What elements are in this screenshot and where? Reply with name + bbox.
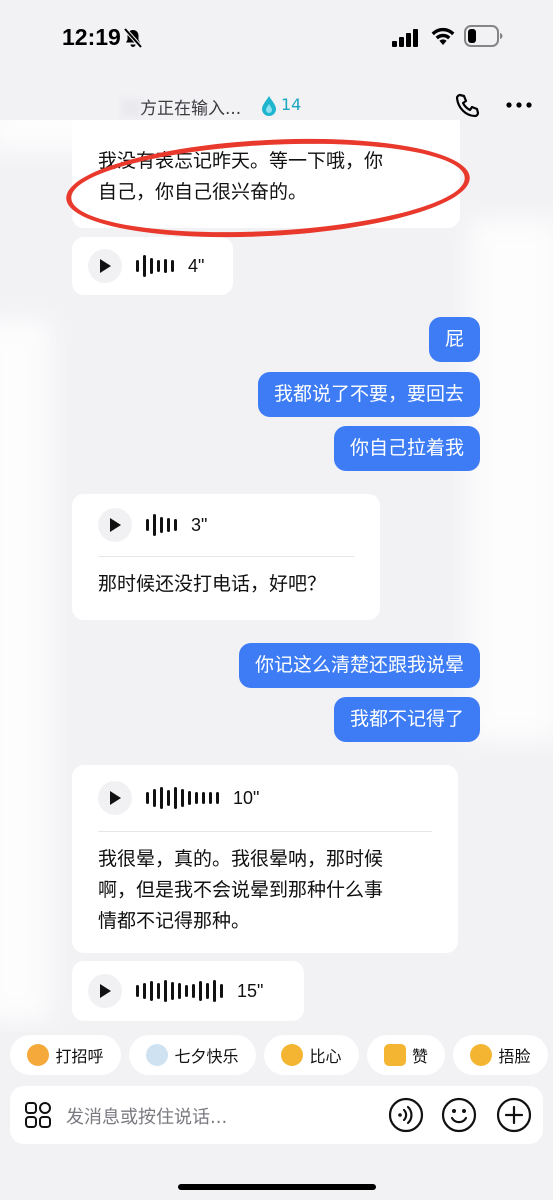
quick-reply-like[interactable]: 赞 [367, 1035, 445, 1075]
quick-reply-bar: 打招呼 七夕快乐 比心 赞 捂脸 [0, 1032, 553, 1080]
quick-reply-greet[interactable]: 打招呼 [10, 1035, 121, 1075]
streak-count: 14 [281, 95, 302, 114]
play-voice-button[interactable] [88, 974, 122, 1008]
chat-message-list[interactable]: 我没有表忘记昨天。等一下哦，你 自己，你自己很兴奋的。 4" 屁 我都说了不要，… [0, 120, 553, 1032]
message-incoming-voice-transcript[interactable]: 10" 我很晕，真的。我很晕呐，那时候 啊，但是我不会说晕到那种什么事 情都不记… [72, 765, 458, 953]
transcript-line: 我很晕，真的。我很晕呐，那时候 [98, 848, 384, 870]
emoji-icon[interactable] [441, 1097, 477, 1133]
battery-icon [464, 25, 503, 47]
cellular-signal-icon [392, 29, 418, 47]
more-options-icon[interactable] [505, 93, 533, 117]
message-input-bar: 发消息或按住说话... [10, 1086, 543, 1144]
home-indicator [178, 1184, 376, 1190]
quick-reply-heart[interactable]: 比心 [264, 1035, 359, 1075]
bell-muted-icon [123, 27, 143, 49]
magpie-icon [146, 1044, 169, 1066]
play-icon [100, 984, 111, 998]
apps-grid-icon[interactable] [24, 1101, 52, 1129]
blurred-name [122, 99, 140, 117]
divider [98, 831, 432, 832]
voice-duration: 10" [233, 787, 260, 808]
voice-waveform [136, 255, 174, 277]
quick-reply-label: 打招呼 [55, 1047, 104, 1066]
quick-reply-label: 捂脸 [498, 1047, 531, 1066]
divider [98, 556, 354, 557]
voice-transcript: 我很晕，真的。我很晕呐，那时候 啊，但是我不会说晕到那种什么事 情都不记得那种。 [98, 844, 432, 937]
voice-waveform [146, 514, 177, 536]
voice-input-icon[interactable] [388, 1097, 424, 1133]
voice-duration: 4" [188, 255, 205, 276]
water-drop-streak-icon [262, 96, 276, 116]
facepalm-emoji-icon [470, 1044, 493, 1066]
message-incoming-voice-transcript[interactable]: 3" 那时候还没打电话，好吧？ [72, 494, 380, 620]
message-incoming-voice[interactable]: 4" [72, 237, 233, 295]
voice-duration: 3" [191, 514, 208, 535]
status-bar: 12:19 [0, 0, 553, 76]
quick-reply-label: 七夕快乐 [174, 1047, 239, 1066]
voice-transcript: 那时候还没打电话，好吧？ [98, 573, 327, 595]
play-icon [110, 791, 121, 805]
quick-reply-qixi[interactable]: 七夕快乐 [129, 1035, 256, 1075]
voice-row: 10" [98, 765, 432, 831]
voice-row: 3" [98, 494, 354, 556]
typing-status-text: 方正在输入... [140, 99, 242, 119]
transcript-line: 啊，但是我不会说晕到那种什么事 [98, 879, 384, 901]
plus-icon[interactable] [496, 1097, 532, 1133]
message-outgoing-text[interactable]: 你记这么清楚还跟我说晕 [238, 643, 480, 688]
message-incoming-voice[interactable]: 15" [72, 961, 304, 1021]
message-outgoing-text[interactable]: 我都说了不要，要回去 [257, 372, 480, 417]
thumbs-up-icon [383, 1044, 406, 1066]
heart-hands-emoji-icon [281, 1044, 304, 1066]
wifi-icon [431, 27, 455, 45]
status-time: 12:19 [62, 24, 121, 50]
message-outgoing-text[interactable]: 你自己拉着我 [333, 426, 480, 471]
play-voice-button[interactable] [88, 249, 122, 283]
play-icon [110, 518, 121, 532]
message-outgoing-text[interactable]: 我都不记得了 [333, 697, 480, 742]
voice-waveform [146, 787, 219, 809]
quick-reply-label: 比心 [309, 1047, 342, 1066]
voice-duration: 15" [237, 980, 264, 1001]
smile-emoji-icon [27, 1044, 50, 1066]
blur-patch [470, 220, 553, 740]
transcript-line: 情都不记得那种。 [98, 910, 251, 932]
typing-status: 方正在输入... [122, 94, 241, 119]
phone-call-icon[interactable] [454, 92, 482, 120]
message-outgoing-text[interactable]: 屁 [428, 317, 480, 362]
quick-reply-facepalm[interactable]: 捂脸 [453, 1035, 548, 1075]
blur-patch [0, 320, 50, 1020]
play-voice-button[interactable] [98, 781, 132, 815]
message-input[interactable]: 发消息或按住说话... [66, 1103, 227, 1129]
voice-waveform [136, 980, 223, 1002]
quick-reply-label: 赞 [411, 1047, 428, 1066]
play-voice-button[interactable] [98, 508, 132, 542]
play-icon [100, 259, 111, 273]
